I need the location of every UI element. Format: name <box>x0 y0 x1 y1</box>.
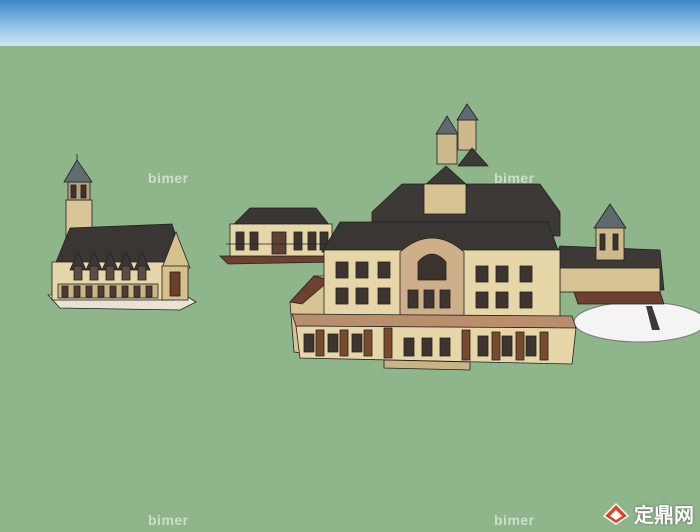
pavilion-model <box>219 207 340 265</box>
logo-icon <box>602 502 630 525</box>
site-logo-watermark: 定鼎网 <box>602 499 694 528</box>
round-plaza <box>573 301 700 343</box>
logo-text: 定鼎网 <box>634 503 694 527</box>
viewport: bimer bimer bimer bimer 定鼎网 <box>0 0 700 532</box>
watermark-bimer: bimer <box>148 512 189 528</box>
watermark-bimer: bimer <box>494 170 535 186</box>
watermark-bimer: bimer <box>494 512 535 528</box>
scene-canvas <box>47 103 700 371</box>
watermark-bimer: bimer <box>148 170 189 186</box>
